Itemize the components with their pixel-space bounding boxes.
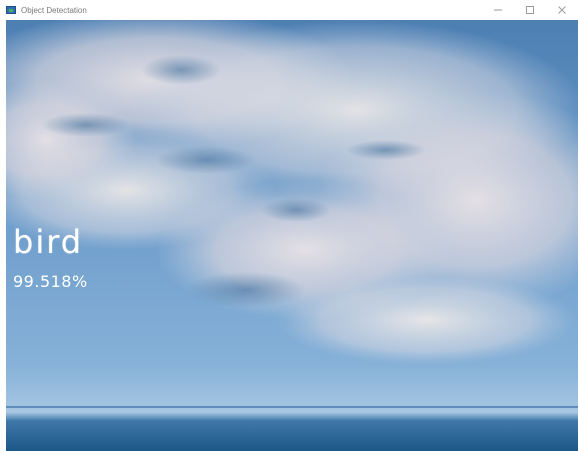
app-window: Object Detectation bird 99.518% — [0, 0, 578, 451]
detection-label: bird — [13, 223, 84, 261]
detection-confidence: 99.518% — [13, 272, 88, 291]
window-controls — [482, 0, 578, 20]
maximize-button[interactable] — [514, 0, 546, 20]
camera-feed: bird 99.518% — [6, 20, 578, 451]
close-icon — [558, 6, 566, 14]
close-button[interactable] — [546, 0, 578, 20]
window-title: Object Detectation — [21, 5, 87, 15]
minimize-icon — [494, 9, 502, 11]
title-bar[interactable]: Object Detectation — [0, 0, 578, 20]
sky-sea-image — [6, 20, 578, 451]
app-window-icon — [6, 6, 16, 14]
minimize-button[interactable] — [482, 0, 514, 20]
maximize-icon — [526, 6, 534, 14]
